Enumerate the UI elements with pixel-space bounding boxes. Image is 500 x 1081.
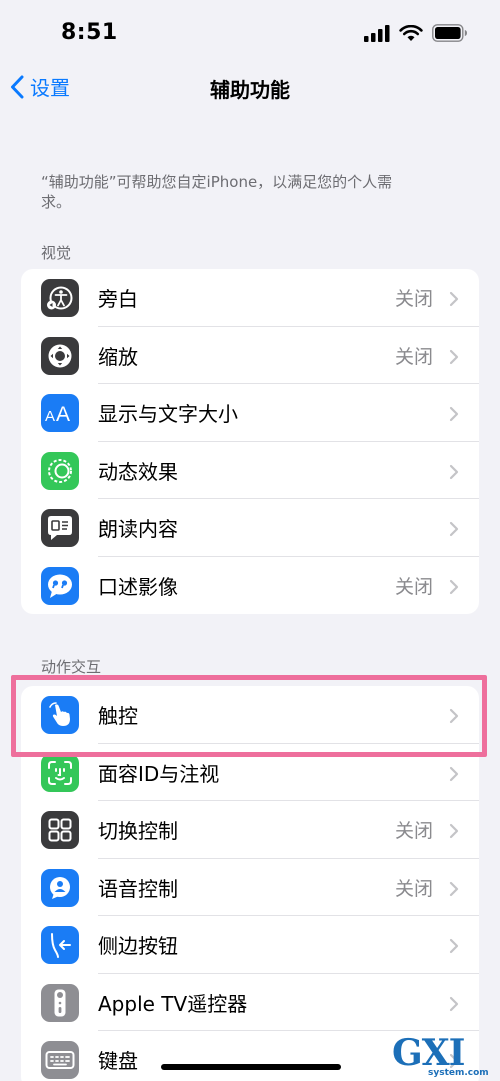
row-label: 键盘	[98, 1049, 138, 1074]
row-label: 朗读内容	[98, 517, 178, 542]
cellular-signal-icon	[364, 24, 390, 42]
text-size-icon: AA	[41, 394, 79, 432]
section-header-physical: 动作交互	[41, 658, 102, 676]
chevron-container	[449, 291, 459, 311]
row-value: 关闭	[394, 288, 433, 311]
chevron-right-icon	[449, 406, 459, 422]
settings-row[interactable]: Apple TV遥控器	[21, 974, 479, 1031]
settings-row[interactable]: 朗读内容	[21, 499, 479, 557]
chevron-right-icon	[449, 349, 459, 364]
chevron-container	[449, 938, 459, 958]
page-title: 辅助功能	[210, 78, 290, 102]
row-value: 关闭	[394, 345, 433, 368]
chevron-right-icon	[449, 938, 459, 954]
status-time: 8:51	[61, 20, 118, 45]
chevron-container	[449, 464, 459, 484]
row-label: 触控	[98, 704, 138, 729]
row-value: 关闭	[394, 820, 433, 843]
chevron-container	[449, 881, 459, 901]
chevron-right-icon	[449, 464, 459, 479]
svg-text:A: A	[45, 408, 55, 425]
voice-control-icon	[41, 868, 79, 907]
row-label: 切换控制	[98, 819, 178, 844]
chevron-right-icon	[449, 708, 459, 724]
chevron-container	[449, 708, 459, 728]
chevron-right-icon	[449, 521, 459, 537]
chevron-container	[449, 766, 459, 786]
settings-row[interactable]: 旁白 关闭	[21, 269, 479, 327]
watermark-domain: system.com	[428, 1068, 489, 1078]
row-label: 侧边按钮	[98, 934, 178, 959]
watermark: GXI网 system.com	[392, 1032, 492, 1078]
row-label: 口述影像	[98, 574, 178, 599]
chevron-container	[449, 406, 459, 426]
chevron-container	[449, 579, 459, 599]
row-label: 动态效果	[98, 459, 178, 484]
settings-row[interactable]: 切换控制 关闭	[21, 801, 479, 859]
battery-icon	[432, 24, 467, 42]
settings-row[interactable]: 动态效果	[21, 442, 479, 499]
settings-row[interactable]: 语音控制 关闭	[21, 859, 479, 916]
audio-description-icon	[41, 566, 79, 605]
settings-row[interactable]: A A 显示与文字大小	[21, 384, 479, 442]
chevron-container	[449, 996, 459, 1016]
row-value: 关闭	[394, 575, 433, 598]
settings-row[interactable]: 侧边按钮	[21, 916, 479, 974]
switch-control-icon	[41, 811, 79, 849]
chevron-right-icon	[449, 579, 459, 594]
chevron-container	[449, 823, 459, 843]
tv-remote-icon	[41, 983, 79, 1022]
chevron-right-icon	[449, 996, 459, 1011]
row-label: 旁白	[98, 287, 138, 312]
row-value: 关闭	[394, 877, 433, 900]
face-id-icon	[41, 753, 79, 792]
status-icons	[364, 24, 468, 42]
settings-row[interactable]: 口述影像 关闭	[21, 557, 479, 615]
wifi-icon	[399, 24, 423, 41]
voiceover-icon	[41, 279, 79, 317]
settings-row[interactable]: 缩放 关闭	[21, 327, 479, 384]
home-indicator	[161, 1064, 341, 1070]
settings-row[interactable]: 面容ID与注视	[21, 744, 479, 801]
row-label: 面容ID与注视	[98, 761, 220, 786]
nav-bar: 设置 辅助功能	[0, 66, 500, 112]
chevron-container	[449, 521, 459, 541]
settings-group-physical: 触控 面容ID与注视 切换控制 关闭 语音控制 关闭 侧边按钮 Apple TV遥控器 键盘	[21, 686, 479, 1081]
side-button-icon	[41, 926, 79, 964]
chevron-right-icon	[449, 881, 459, 896]
keyboard-icon	[41, 1041, 79, 1079]
row-label: 显示与文字大小	[98, 402, 238, 427]
row-label: Apple TV遥控器	[98, 991, 248, 1016]
spoken-content-icon	[41, 509, 79, 547]
zoom-icon	[41, 336, 79, 375]
svg-text:A: A	[56, 403, 70, 425]
row-label: 缩放	[98, 344, 138, 369]
motion-icon	[41, 451, 79, 490]
row-label: 语音控制	[98, 876, 178, 901]
chevron-right-icon	[449, 766, 459, 781]
description-text: “辅助功能”可帮助您自定iPhone，以满足您的个人需求。	[41, 173, 393, 211]
chevron-right-icon	[449, 291, 459, 307]
section-header-vision: 视觉	[41, 244, 72, 262]
chevron-container	[449, 349, 459, 369]
settings-row[interactable]: 触控	[21, 686, 479, 744]
chevron-right-icon	[449, 823, 459, 839]
settings-group-vision: 旁白 关闭 缩放 关闭 A A 显示与文字大小 动态效果 朗读内容 口述影像 关闭	[21, 269, 479, 614]
status-bar: 8:51	[0, 0, 500, 66]
touch-icon	[41, 696, 79, 734]
